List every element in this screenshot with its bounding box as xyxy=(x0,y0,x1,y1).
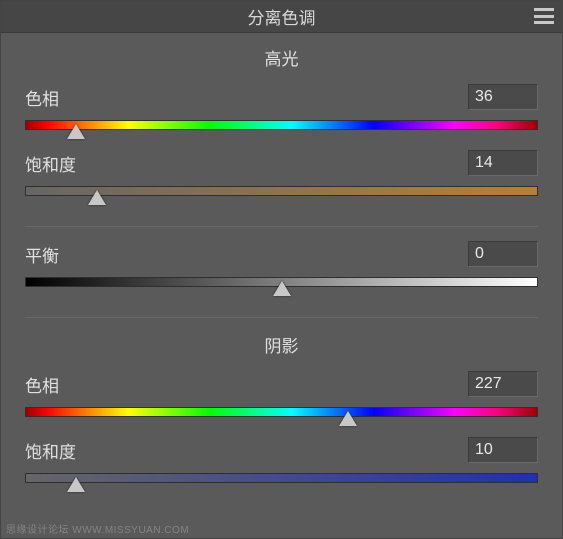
panel-title: 分离色调 xyxy=(248,4,316,29)
balance-row: 平衡 xyxy=(25,241,538,267)
highlights-sat-row: 饱和度 xyxy=(25,150,538,176)
highlights-hue-input[interactable] xyxy=(468,84,538,110)
shadows-hue-label: 色相 xyxy=(25,372,59,397)
highlights-sat-input[interactable] xyxy=(468,150,538,176)
highlights-title: 高光 xyxy=(25,45,538,70)
split-toning-panel: 分离色调 高光 色相 饱和度 平衡 xyxy=(0,0,563,539)
highlights-section: 高光 色相 饱和度 xyxy=(1,33,562,220)
hue-track xyxy=(25,120,538,130)
balance-section: 平衡 xyxy=(1,229,562,311)
divider xyxy=(25,317,538,318)
shadows-hue-input[interactable] xyxy=(468,371,538,397)
slider-thumb[interactable] xyxy=(339,411,357,426)
highlights-hue-row: 色相 xyxy=(25,84,538,110)
panel-header: 分离色调 xyxy=(1,1,562,33)
shadows-section: 阴影 色相 饱和度 xyxy=(1,320,562,507)
shadows-sat-row: 饱和度 xyxy=(25,437,538,463)
hue-track xyxy=(25,407,538,417)
highlights-hue-label: 色相 xyxy=(25,85,59,110)
watermark-text: 思缘设计论坛 WWW.MISSYUAN.COM xyxy=(6,521,189,536)
divider xyxy=(25,226,538,227)
slider-thumb[interactable] xyxy=(67,477,85,492)
highlights-hue-slider[interactable] xyxy=(25,116,538,140)
balance-slider[interactable] xyxy=(25,273,538,297)
shadows-title: 阴影 xyxy=(25,332,538,357)
balance-label: 平衡 xyxy=(25,242,59,267)
slider-thumb[interactable] xyxy=(88,190,106,205)
shadows-sat-slider[interactable] xyxy=(25,469,538,493)
slider-thumb[interactable] xyxy=(273,281,291,296)
slider-thumb[interactable] xyxy=(67,124,85,139)
highlights-sat-label: 饱和度 xyxy=(25,151,76,176)
shadows-sat-input[interactable] xyxy=(468,437,538,463)
shadows-hue-slider[interactable] xyxy=(25,403,538,427)
shadows-sat-label: 饱和度 xyxy=(25,438,76,463)
shadows-hue-row: 色相 xyxy=(25,371,538,397)
balance-input[interactable] xyxy=(468,241,538,267)
hamburger-menu-icon[interactable] xyxy=(534,8,554,24)
highlights-sat-slider[interactable] xyxy=(25,182,538,206)
sat-track xyxy=(25,473,538,483)
